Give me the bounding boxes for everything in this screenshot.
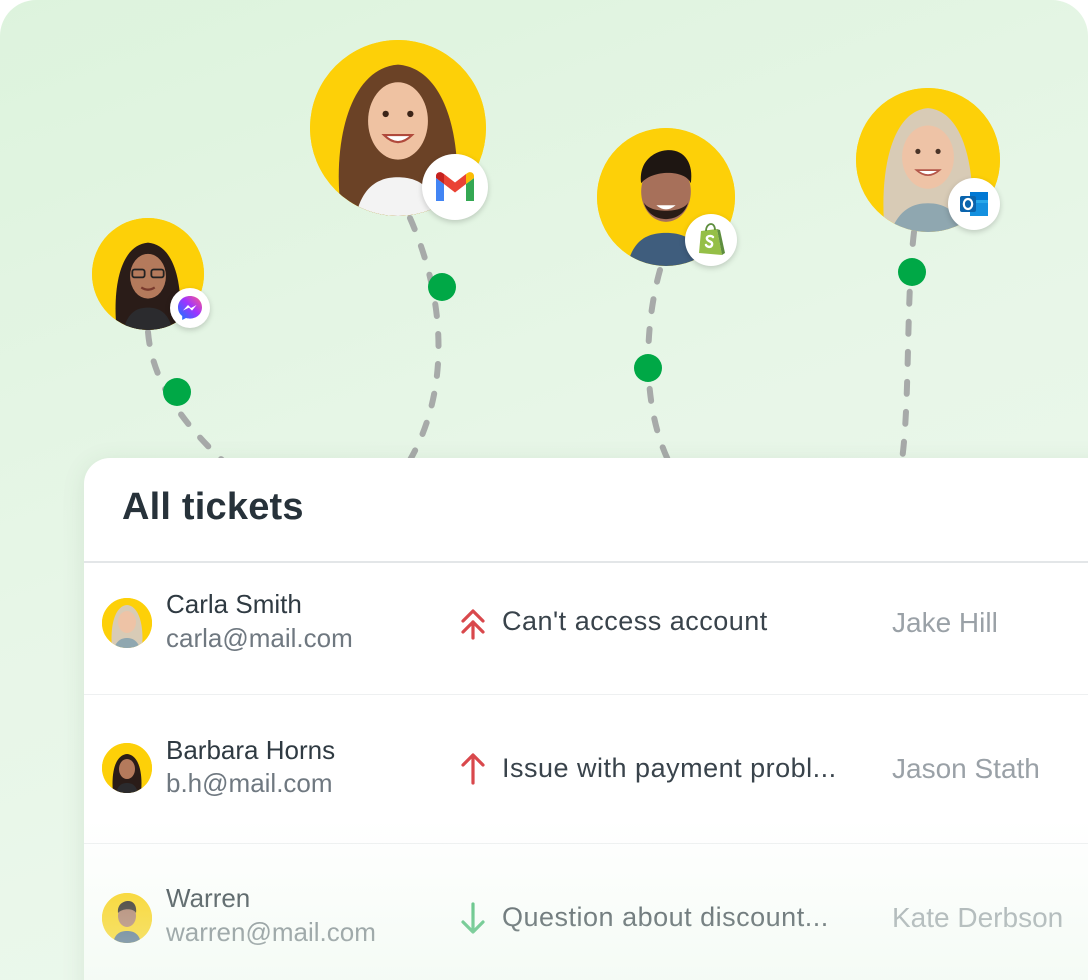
connector-dot: [428, 273, 456, 301]
avatar: [102, 893, 152, 943]
hero-background: All tickets Carla Smith carla@mail.com C…: [0, 0, 1088, 980]
tickets-panel: All tickets Carla Smith carla@mail.com C…: [84, 458, 1088, 980]
connector-dot: [634, 354, 662, 382]
customer-email: warren@mail.com: [166, 917, 376, 947]
customer-email: b.h@mail.com: [166, 768, 333, 798]
customer-avatar: [856, 88, 1000, 232]
gmail-icon: [422, 154, 488, 220]
ticket-assignee: Jason Stath: [892, 753, 1040, 784]
connector-dot: [163, 378, 191, 406]
avatar: [102, 598, 152, 648]
ticket-subject[interactable]: Can't access account: [502, 606, 768, 637]
arrow-down-icon: [461, 902, 485, 934]
ticket-subject[interactable]: Question about discount...: [502, 902, 829, 933]
customer-avatar: [597, 128, 737, 266]
customer-avatar: [310, 40, 488, 220]
connector-dot: [898, 258, 926, 286]
shopify-icon: [685, 214, 737, 266]
page-title: All tickets: [122, 486, 304, 528]
double-chevron-up-icon: [461, 609, 485, 640]
ticket-subject[interactable]: Issue with payment probl...: [502, 753, 837, 784]
customer-name: Carla Smith: [166, 589, 302, 619]
ticket-row[interactable]: Warren warren@mail.com Question about di…: [84, 843, 1088, 980]
customer-name: Warren: [166, 883, 251, 913]
ticket-assignee: Kate Derbson: [892, 902, 1064, 933]
ticket-row[interactable]: Carla Smith carla@mail.com Can't access …: [84, 563, 1088, 693]
outlook-icon: [948, 178, 1000, 230]
ticket-assignee: Jake Hill: [892, 607, 998, 638]
messenger-icon: [170, 288, 210, 328]
avatar: [102, 743, 152, 793]
customer-avatar: [92, 218, 210, 330]
customer-name: Barbara Horns: [166, 735, 336, 765]
ticket-row[interactable]: Barbara Horns b.h@mail.com Issue with pa…: [84, 694, 1088, 843]
arrow-up-icon: [461, 753, 485, 785]
customer-email: carla@mail.com: [166, 623, 353, 653]
